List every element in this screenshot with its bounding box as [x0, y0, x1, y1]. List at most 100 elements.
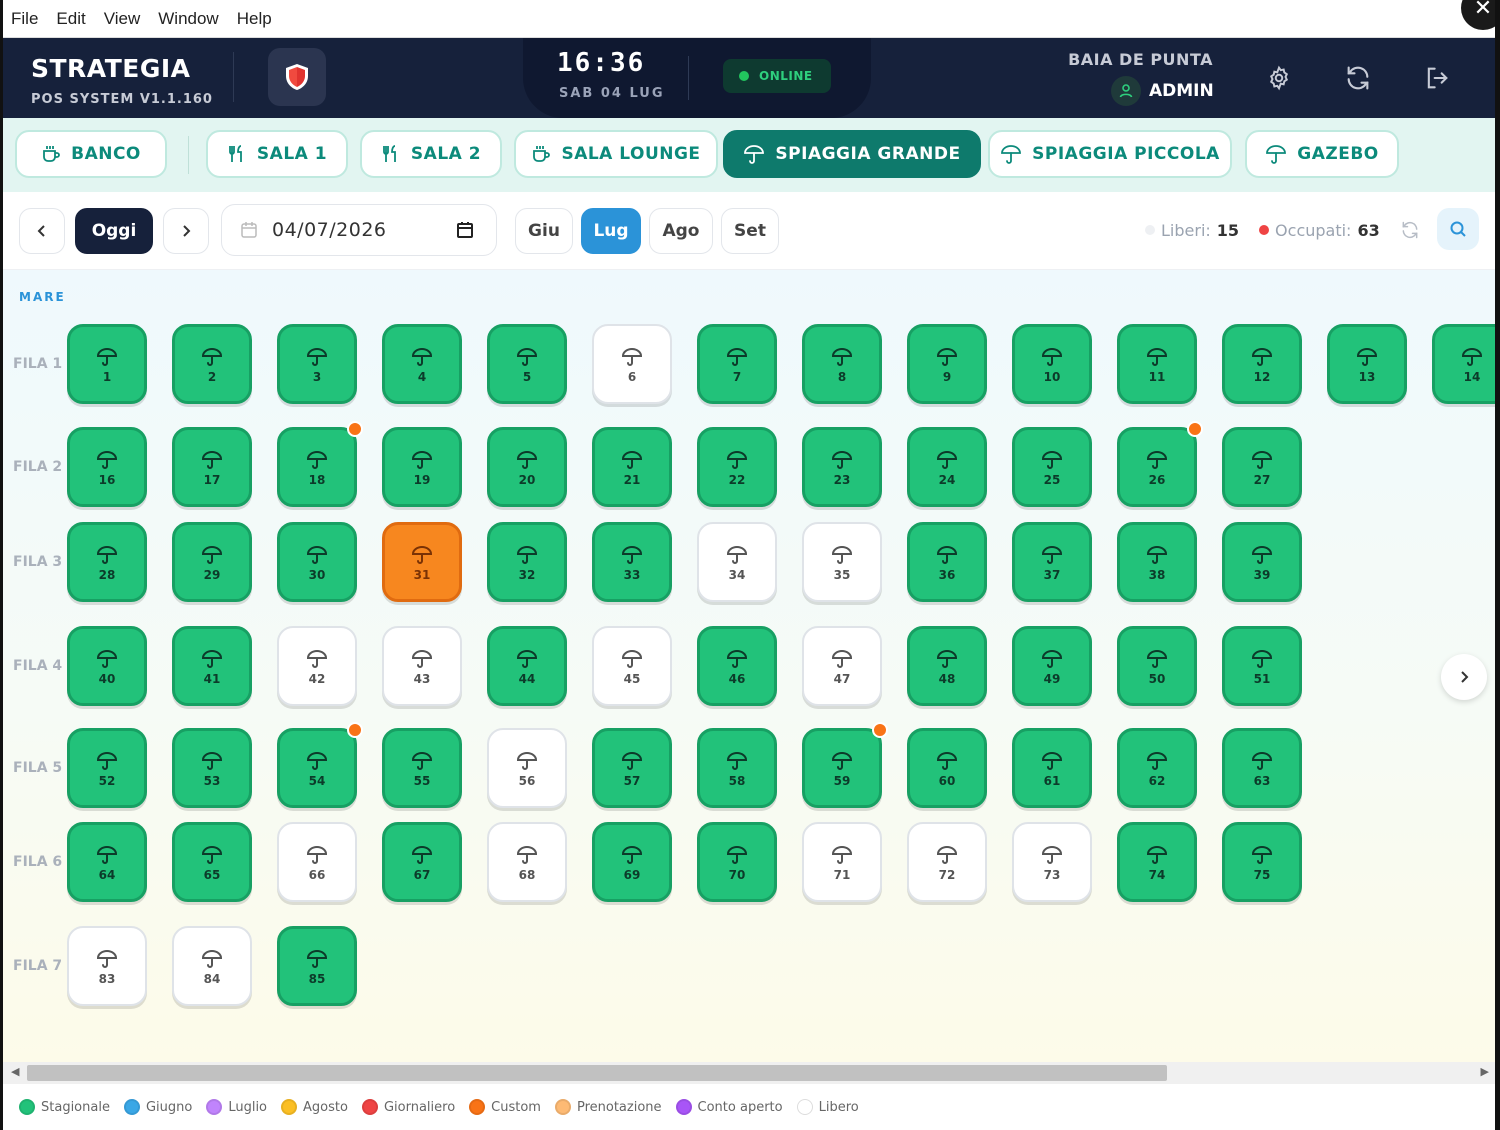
umbrella-spot[interactable]: 73	[1012, 822, 1092, 902]
scroll-right-arrow-icon[interactable]: ▶	[1481, 1065, 1489, 1078]
umbrella-spot[interactable]: 14	[1432, 324, 1495, 404]
menu-help[interactable]: Help	[237, 9, 272, 29]
umbrella-spot[interactable]: 27	[1222, 427, 1302, 507]
scrollbar-thumb[interactable]	[27, 1065, 1167, 1081]
umbrella-spot[interactable]: 50	[1117, 626, 1197, 706]
umbrella-spot[interactable]: 35	[802, 522, 882, 602]
umbrella-spot[interactable]: 9	[907, 324, 987, 404]
menu-view[interactable]: View	[104, 9, 141, 29]
umbrella-spot[interactable]: 10	[1012, 324, 1092, 404]
umbrella-spot[interactable]: 43	[382, 626, 462, 706]
umbrella-spot[interactable]: 56	[487, 728, 567, 808]
umbrella-spot[interactable]: 4	[382, 324, 462, 404]
menu-file[interactable]: File	[11, 9, 38, 29]
umbrella-spot[interactable]: 61	[1012, 728, 1092, 808]
prev-day-button[interactable]	[19, 208, 65, 254]
umbrella-spot[interactable]: 34	[697, 522, 777, 602]
scroll-right-button[interactable]	[1441, 654, 1487, 700]
umbrella-spot[interactable]: 51	[1222, 626, 1302, 706]
umbrella-spot[interactable]: 67	[382, 822, 462, 902]
tab-sala-2[interactable]: SALA 2	[360, 130, 502, 178]
umbrella-spot[interactable]: 24	[907, 427, 987, 507]
umbrella-spot[interactable]: 83	[67, 926, 147, 1006]
tab-spiaggia-grande[interactable]: SPIAGGIA GRANDE	[723, 130, 981, 178]
umbrella-spot[interactable]: 42	[277, 626, 357, 706]
umbrella-spot[interactable]: 55	[382, 728, 462, 808]
umbrella-spot[interactable]: 37	[1012, 522, 1092, 602]
umbrella-spot[interactable]: 5	[487, 324, 567, 404]
umbrella-spot[interactable]: 11	[1117, 324, 1197, 404]
tab-spiaggia-piccola[interactable]: SPIAGGIA PICCOLA	[988, 130, 1232, 178]
menu-window[interactable]: Window	[158, 9, 218, 29]
scroll-left-arrow-icon[interactable]: ◀	[11, 1065, 19, 1078]
umbrella-spot[interactable]: 72	[907, 822, 987, 902]
month-giu[interactable]: Giu	[515, 208, 573, 254]
calendar-picker-icon[interactable]	[455, 220, 475, 240]
tab-gazebo[interactable]: GAZEBO	[1245, 130, 1399, 178]
umbrella-spot[interactable]: 21	[592, 427, 672, 507]
month-set[interactable]: Set	[721, 208, 779, 254]
umbrella-spot[interactable]: 68	[487, 822, 567, 902]
umbrella-spot[interactable]: 38	[1117, 522, 1197, 602]
umbrella-spot[interactable]: 19	[382, 427, 462, 507]
umbrella-spot[interactable]: 33	[592, 522, 672, 602]
logout-icon[interactable]	[1419, 60, 1455, 96]
refresh-icon[interactable]	[1400, 220, 1420, 240]
refresh-icon[interactable]	[1340, 60, 1376, 96]
search-button[interactable]	[1437, 208, 1479, 250]
umbrella-spot[interactable]: 7	[697, 324, 777, 404]
date-input[interactable]: 04/07/2026	[221, 204, 497, 256]
umbrella-spot[interactable]: 2	[172, 324, 252, 404]
umbrella-spot[interactable]: 69	[592, 822, 672, 902]
umbrella-spot[interactable]: 74	[1117, 822, 1197, 902]
shield-icon[interactable]	[268, 48, 326, 106]
umbrella-spot[interactable]: 36	[907, 522, 987, 602]
month-lug[interactable]: Lug	[581, 208, 641, 254]
umbrella-spot[interactable]: 63	[1222, 728, 1302, 808]
umbrella-spot[interactable]: 44	[487, 626, 567, 706]
umbrella-spot[interactable]: 75	[1222, 822, 1302, 902]
umbrella-spot[interactable]: 66	[277, 822, 357, 902]
umbrella-spot[interactable]: 29	[172, 522, 252, 602]
umbrella-spot[interactable]: 47	[802, 626, 882, 706]
umbrella-spot[interactable]: 46	[697, 626, 777, 706]
umbrella-spot[interactable]: 17	[172, 427, 252, 507]
umbrella-spot[interactable]: 59	[802, 722, 888, 808]
umbrella-spot[interactable]: 3	[277, 324, 357, 404]
tab-sala-1[interactable]: SALA 1	[206, 130, 348, 178]
umbrella-spot[interactable]: 1	[67, 324, 147, 404]
umbrella-spot[interactable]: 71	[802, 822, 882, 902]
month-ago[interactable]: Ago	[649, 208, 713, 254]
umbrella-spot[interactable]: 28	[67, 522, 147, 602]
umbrella-spot[interactable]: 53	[172, 728, 252, 808]
umbrella-spot[interactable]: 16	[67, 427, 147, 507]
umbrella-spot[interactable]: 64	[67, 822, 147, 902]
umbrella-spot[interactable]: 18	[277, 421, 363, 507]
umbrella-spot[interactable]: 48	[907, 626, 987, 706]
umbrella-spot[interactable]: 32	[487, 522, 567, 602]
user-info[interactable]: ADMIN	[1111, 76, 1214, 106]
umbrella-spot[interactable]: 52	[67, 728, 147, 808]
umbrella-spot[interactable]: 57	[592, 728, 672, 808]
umbrella-spot[interactable]: 65	[172, 822, 252, 902]
gear-icon[interactable]	[1261, 60, 1297, 96]
horizontal-scrollbar[interactable]: ◀ ▶	[3, 1062, 1495, 1084]
umbrella-spot[interactable]: 45	[592, 626, 672, 706]
umbrella-spot[interactable]: 6	[592, 324, 672, 404]
umbrella-spot[interactable]: 26	[1117, 421, 1203, 507]
umbrella-spot[interactable]: 85	[277, 926, 357, 1006]
umbrella-spot[interactable]: 84	[172, 926, 252, 1006]
umbrella-spot[interactable]: 60	[907, 728, 987, 808]
umbrella-spot[interactable]: 8	[802, 324, 882, 404]
umbrella-spot[interactable]: 49	[1012, 626, 1092, 706]
tab-banco[interactable]: BANCO	[15, 130, 167, 178]
umbrella-spot[interactable]: 70	[697, 822, 777, 902]
umbrella-spot[interactable]: 31	[382, 522, 462, 602]
umbrella-spot[interactable]: 22	[697, 427, 777, 507]
umbrella-spot[interactable]: 58	[697, 728, 777, 808]
umbrella-spot[interactable]: 30	[277, 522, 357, 602]
umbrella-spot[interactable]: 13	[1327, 324, 1407, 404]
umbrella-spot[interactable]: 39	[1222, 522, 1302, 602]
umbrella-spot[interactable]: 23	[802, 427, 882, 507]
menu-edit[interactable]: Edit	[56, 9, 85, 29]
